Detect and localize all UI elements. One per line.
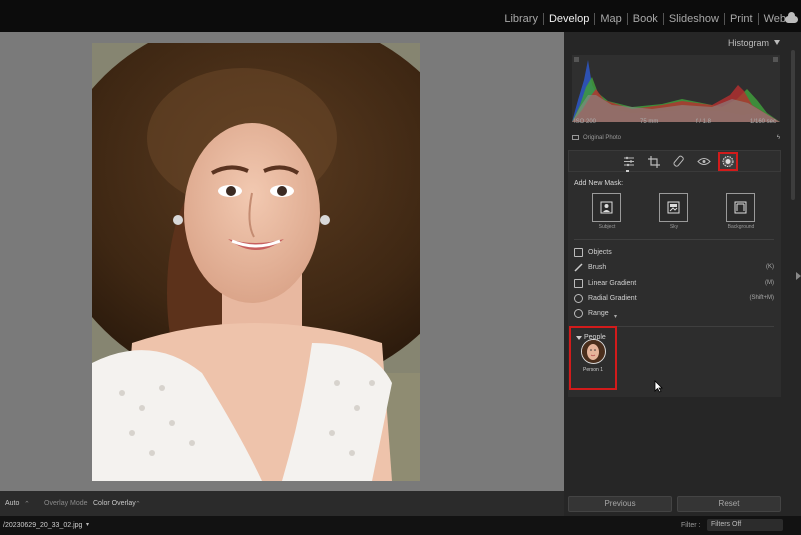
- add-new-mask-label: Add New Mask:: [574, 180, 624, 187]
- brush-shortcut: (K): [766, 264, 774, 270]
- subject-icon: [600, 201, 613, 214]
- objects-icon: [574, 248, 583, 257]
- filter-dropdown[interactable]: Filters Off: [707, 519, 783, 531]
- lightroom-window: Library Develop Map Book Slideshow Print…: [0, 0, 801, 535]
- develop-tool-strip: [568, 150, 781, 172]
- masking-panel: Add New Mask: Subject Sky Background Obj…: [568, 172, 781, 397]
- range-dropdown-icon: ▾: [614, 314, 618, 320]
- develop-toolbar: Auto ⌃ Overlay Mode Color Overlay ⌃: [0, 491, 564, 516]
- mask-radial-gradient[interactable]: Radial Gradient (Shift+M): [574, 294, 774, 306]
- radial-gradient-label: Radial Gradient: [588, 295, 637, 302]
- collapse-triangle-icon[interactable]: [774, 40, 780, 45]
- mask-brush[interactable]: Brush (K): [574, 263, 774, 275]
- exif-shutter: 1/160 sec: [750, 119, 777, 125]
- histogram[interactable]: [572, 55, 780, 122]
- previous-button[interactable]: Previous: [568, 496, 672, 512]
- module-slideshow[interactable]: Slideshow: [664, 13, 724, 25]
- background-label: Background: [727, 224, 755, 230]
- module-library[interactable]: Library: [499, 13, 543, 25]
- background-icon: [734, 201, 747, 214]
- auto-dropdown[interactable]: Auto: [5, 500, 19, 507]
- module-picker: Library Develop Map Book Slideshow Print…: [499, 13, 791, 25]
- exif-focal: 75 mm: [640, 119, 659, 125]
- divider: [574, 239, 774, 240]
- person-label: Person 1: [582, 367, 603, 373]
- panel-toggle-arrow-icon[interactable]: [796, 272, 801, 280]
- portrait-photo-art: [92, 43, 420, 481]
- chevron-updown-icon: ⌃: [135, 501, 141, 508]
- module-map[interactable]: Map: [595, 13, 626, 25]
- linear-gradient-icon: [574, 279, 583, 288]
- histogram-graph: [572, 55, 780, 122]
- exif-iso: ISO 200: [574, 119, 597, 125]
- reset-button[interactable]: Reset: [677, 496, 781, 512]
- module-book[interactable]: Book: [628, 13, 663, 25]
- people-highlight-box: Person 1: [569, 326, 617, 390]
- histogram-title[interactable]: Histogram: [564, 38, 769, 48]
- sky-label: Sky: [669, 224, 679, 230]
- filter-label: Filter :: [681, 522, 701, 529]
- healing-bandage-icon[interactable]: [671, 154, 687, 169]
- radial-gradient-shortcut: (Shift+M): [749, 295, 774, 301]
- original-photo-label: Original Photo: [583, 135, 622, 141]
- sky-icon: [667, 201, 680, 214]
- person-face-thumbnail: [582, 340, 604, 362]
- filmstrip-bar: /20230629_20_33_02.jpg ▾ Filter : Filter…: [0, 516, 801, 535]
- image-canvas[interactable]: [0, 32, 564, 491]
- select-subject-button[interactable]: [592, 193, 621, 222]
- exif-aperture: f / 1.8: [696, 119, 712, 125]
- overlay-mode-dropdown[interactable]: Color Overlay: [93, 500, 136, 507]
- radial-gradient-icon: [574, 294, 583, 303]
- mask-linear-gradient[interactable]: Linear Gradient (M): [574, 279, 774, 291]
- module-print[interactable]: Print: [725, 13, 758, 25]
- range-label: Range: [588, 310, 609, 317]
- lightning-icon: ϟ: [776, 135, 780, 141]
- mask-objects[interactable]: Objects: [574, 248, 774, 260]
- mask-range[interactable]: Range ▾: [574, 309, 774, 321]
- overlay-mode-label: Overlay Mode: [44, 500, 88, 507]
- brush-label: Brush: [588, 264, 607, 271]
- right-panel: Histogram ISO 200 75 mm f / 1.8 1/160 se…: [564, 32, 801, 516]
- filename-dropdown-icon[interactable]: ▾: [86, 521, 89, 528]
- masking-icon[interactable]: [718, 152, 738, 171]
- select-sky-button[interactable]: [659, 193, 688, 222]
- panel-scrollbar[interactable]: [791, 50, 795, 200]
- mouse-cursor-icon: [654, 380, 663, 393]
- module-picker-bar: Library Develop Map Book Slideshow Print…: [0, 0, 801, 32]
- chevron-updown-icon: ⌃: [24, 501, 30, 508]
- range-icon: [574, 309, 583, 318]
- select-background-button[interactable]: [726, 193, 755, 222]
- linear-gradient-shortcut: (M): [765, 280, 774, 286]
- edit-sliders-icon[interactable]: [621, 154, 637, 169]
- brush-icon: [574, 263, 583, 272]
- person-avatar[interactable]: [581, 339, 606, 364]
- subject-label: Subject: [598, 224, 616, 230]
- linear-gradient-label: Linear Gradient: [588, 280, 637, 287]
- current-filename[interactable]: /20230629_20_33_02.jpg: [3, 522, 82, 529]
- red-eye-icon[interactable]: [696, 154, 712, 169]
- portrait-photo[interactable]: [92, 43, 420, 481]
- photo-icon: [572, 135, 579, 140]
- cloud-sync-icon[interactable]: [785, 12, 798, 23]
- crop-icon[interactable]: [646, 154, 662, 169]
- objects-label: Objects: [588, 249, 612, 256]
- module-develop[interactable]: Develop: [544, 13, 594, 25]
